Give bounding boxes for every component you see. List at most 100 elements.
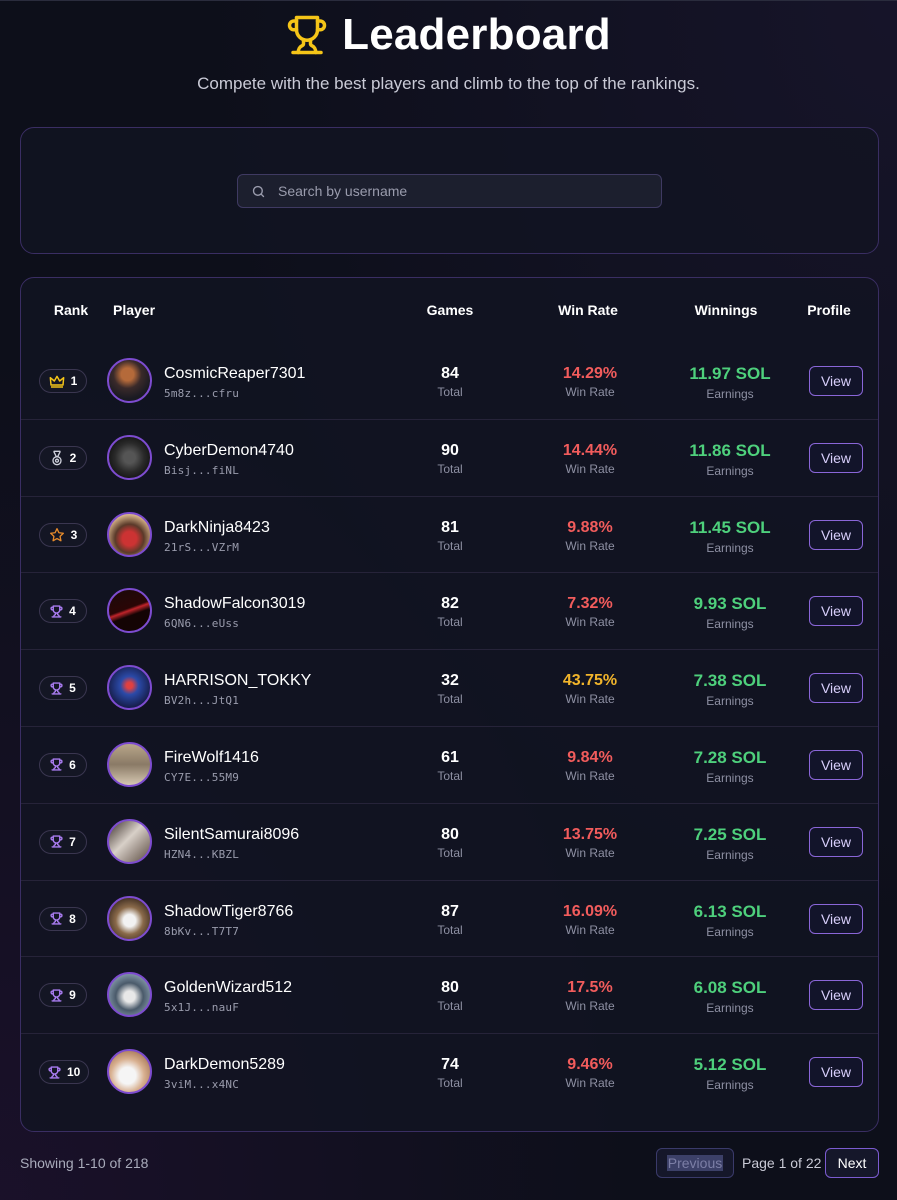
win-rate-cell: 43.75% Win Rate xyxy=(563,671,617,707)
wallet-address: BV2h...JtQ1 xyxy=(164,694,240,708)
player-name[interactable]: HARRISON_TOKKY xyxy=(164,672,311,690)
winnings-value: 6.13 SOL xyxy=(693,901,767,921)
page-subtitle: Compete with the best players and climb … xyxy=(197,74,700,93)
avatar[interactable] xyxy=(107,358,152,403)
trophy-icon xyxy=(286,14,328,56)
view-profile-button[interactable]: View xyxy=(809,366,863,396)
games-label: Total xyxy=(437,538,463,553)
win-rate-value: 16.09% xyxy=(562,902,618,920)
win-rate-cell: 9.46% Win Rate xyxy=(565,1055,614,1091)
rank-badge: 9 xyxy=(39,983,87,1008)
games-label: Total xyxy=(437,845,463,860)
games-cell: 32 Total xyxy=(437,671,462,707)
rank-number: 8 xyxy=(69,911,76,926)
rank-number: 3 xyxy=(70,527,78,542)
avatar[interactable] xyxy=(107,665,152,711)
rank-number: 9 xyxy=(69,988,76,1003)
win-rate-value: 14.29% xyxy=(562,365,618,382)
avatar[interactable] xyxy=(107,434,152,480)
games-cell: 74 Total xyxy=(437,1055,462,1091)
winnings-cell: 11.86 SOL Earnings xyxy=(689,441,770,479)
win-rate-cell: 14.29% Win Rate xyxy=(563,364,617,400)
winnings-label: Earnings xyxy=(706,924,754,939)
player-name[interactable]: FireWolf1416 xyxy=(164,749,259,767)
win-rate-label: Win Rate xyxy=(565,922,615,937)
search-input[interactable] xyxy=(278,175,661,207)
avatar[interactable] xyxy=(107,1049,152,1095)
column-header-winnings: Winnings xyxy=(694,302,758,318)
win-rate-cell: 17.5% Win Rate xyxy=(565,978,614,1014)
player-name[interactable]: DarkNinja8423 xyxy=(164,519,270,537)
games-cell: 87 Total xyxy=(437,902,462,938)
winnings-cell: 11.97 SOL Earnings xyxy=(689,364,770,402)
showing-count: Showing 1-10 of 218 xyxy=(20,1155,149,1171)
column-header-rank: Rank xyxy=(53,302,89,318)
trophy-icon xyxy=(48,1066,61,1079)
avatar[interactable] xyxy=(107,588,152,634)
table-row: 1 CosmicReaper7301 5m8z...cfru 84 Total 14.29… xyxy=(21,343,878,420)
top-divider xyxy=(0,0,897,1)
trophy-icon xyxy=(50,835,63,848)
avatar[interactable] xyxy=(107,972,152,1018)
winnings-cell: 7.28 SOL Earnings xyxy=(694,748,767,786)
page-header: Leaderboard Compete with the best player… xyxy=(0,8,897,94)
winnings-label: Earnings xyxy=(706,617,754,632)
view-profile-button[interactable]: View xyxy=(809,826,863,857)
search-box[interactable] xyxy=(237,174,662,208)
view-profile-button[interactable]: View xyxy=(809,519,863,550)
view-profile-button[interactable]: View xyxy=(809,903,863,934)
view-profile-button[interactable]: View xyxy=(809,673,863,704)
rank-number: 2 xyxy=(69,450,77,465)
player-name[interactable]: SilentSamurai8096 xyxy=(164,826,299,844)
games-count: 84 xyxy=(441,365,459,382)
player-name[interactable]: CyberDemon4740 xyxy=(164,442,294,460)
column-header-win-rate: Win Rate xyxy=(558,302,618,318)
games-count: 82 xyxy=(441,595,459,613)
view-profile-button[interactable]: View xyxy=(809,980,863,1011)
view-profile-button[interactable]: View xyxy=(809,596,863,627)
wallet-address: CY7E...55M9 xyxy=(164,770,240,784)
avatar[interactable] xyxy=(107,895,152,941)
win-rate-value: 7.32% xyxy=(567,595,613,613)
table-row: 3 DarkNinja8423 21rS...VZrM 81 Total 9.88% Win… xyxy=(21,497,878,574)
win-rate-label: Win Rate xyxy=(565,461,615,476)
games-cell: 80 Total xyxy=(437,825,462,861)
view-profile-button[interactable]: View xyxy=(809,749,863,780)
win-rate-label: Win Rate xyxy=(565,845,615,860)
player-name[interactable]: CosmicReaper7301 xyxy=(164,365,305,383)
next-button[interactable]: Next xyxy=(825,1148,879,1178)
avatar[interactable] xyxy=(107,511,152,557)
winnings-value: 11.45 SOL xyxy=(689,517,771,537)
table-body: 1 CosmicReaper7301 5m8z...cfru 84 Total 14.29… xyxy=(21,343,878,1111)
wallet-address: 6QN6...eUss xyxy=(164,617,240,631)
wallet-address: 8bKv...T7T7 xyxy=(164,924,240,938)
view-profile-button[interactable]: View xyxy=(809,1057,863,1088)
player-name[interactable]: ShadowFalcon3019 xyxy=(164,595,305,613)
page-title: Leaderboard xyxy=(342,10,611,59)
player-name[interactable]: ShadowTiger8766 xyxy=(164,903,293,921)
view-profile-button[interactable]: View xyxy=(809,442,863,473)
search-icon xyxy=(238,184,278,199)
games-count: 80 xyxy=(441,825,459,843)
games-cell: 84 Total xyxy=(437,364,462,400)
avatar[interactable] xyxy=(107,741,152,787)
table-row: 5 HARRISON_TOKKY BV2h...JtQ1 32 Total 43.75% W… xyxy=(21,650,878,727)
games-label: Total xyxy=(437,999,463,1014)
player-name[interactable]: DarkDemon5289 xyxy=(164,1056,285,1074)
win-rate-label: Win Rate xyxy=(565,1076,615,1091)
title-row: Leaderboard xyxy=(0,8,897,62)
rank-badge: 8 xyxy=(39,906,87,931)
page-indicator: Page 1 of 22 xyxy=(742,1155,822,1171)
games-label: Total xyxy=(437,768,463,783)
win-rate-label: Win Rate xyxy=(565,615,615,630)
winnings-label: Earnings xyxy=(706,387,754,401)
avatar[interactable] xyxy=(107,818,152,864)
winnings-cell: 7.38 SOL Earnings xyxy=(694,671,767,709)
rank-badge: 6 xyxy=(39,752,87,777)
winnings-value: 6.08 SOL xyxy=(693,978,767,998)
win-rate-cell: 9.88% Win Rate xyxy=(565,518,614,554)
win-rate-label: Win Rate xyxy=(565,538,615,553)
player-name[interactable]: GoldenWizard512 xyxy=(164,979,292,997)
table-row: 7 SilentSamurai8096 HZN4...KBZL 80 Total 13.7… xyxy=(21,804,878,881)
previous-button[interactable]: Previous xyxy=(656,1148,734,1178)
